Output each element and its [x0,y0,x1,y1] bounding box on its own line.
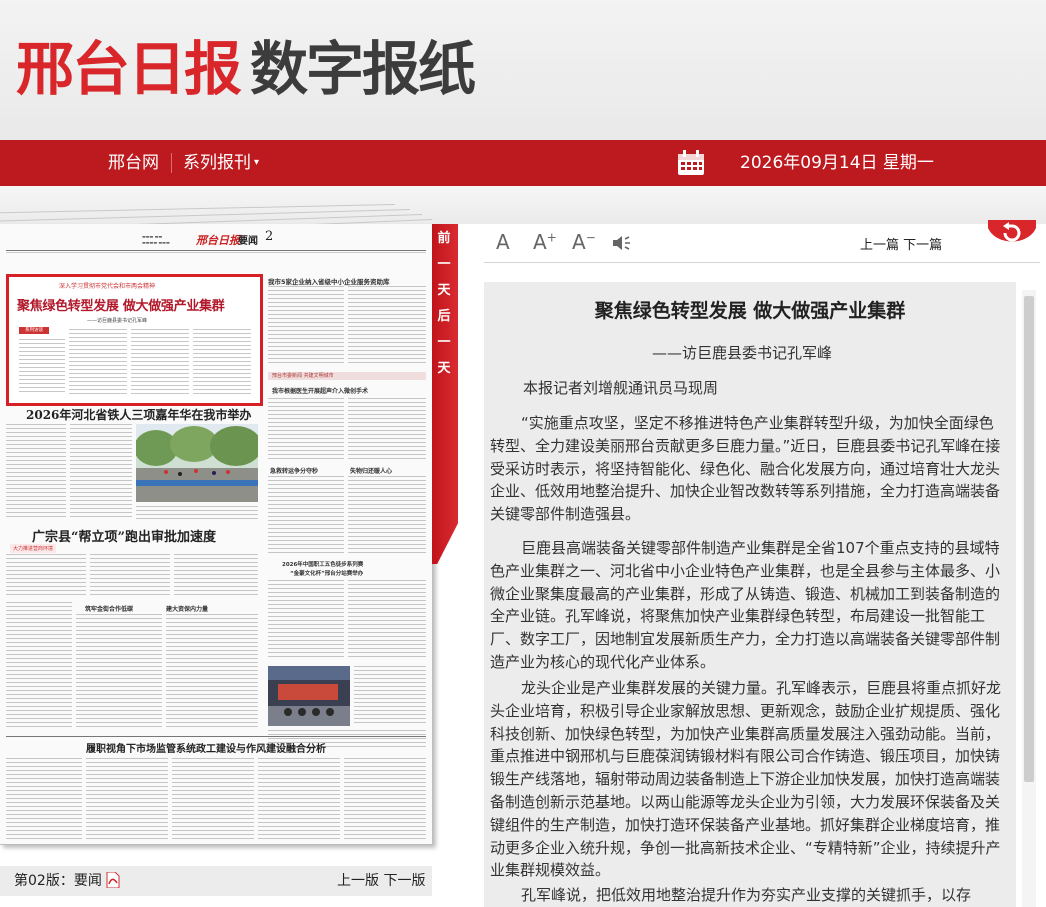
article-paragraph: 龙头企业是产业集群发展的关键力量。孔军峰表示，巨鹿县将重点抓好龙头企业培育，积极… [490,679,1002,880]
text-block [348,286,426,366]
site-logo[interactable]: 邢台日报 数字报纸 [16,34,476,104]
article-nav: 上一篇 下一篇 [860,234,942,253]
text-block [193,329,251,395]
page-label: 第02版：要闻 [14,873,102,889]
divider [484,262,1040,263]
headline-market-regulation[interactable]: 履职视角下市场监管系统政工建设与作风建设融合分析 [86,740,326,755]
text-block [268,286,344,366]
divider [6,250,426,251]
headline-triathlon[interactable]: 2026年河北省铁人三项嘉年华在我市举办 [26,406,251,423]
logo-digital-edition: 数字报纸 [250,35,476,103]
page-number: 2 [265,229,274,244]
calendar-icon[interactable] [677,150,705,176]
headline-guangzong[interactable]: 广宗县“帮立项”跑出审批加速度 [32,526,216,545]
text-block [174,554,258,598]
article-paragraph: “实施重点攻坚，坚定不移推进特色产业集群转型升级，为加快全面绿色转型、全力建设美… [490,414,1001,524]
prev-next-day-link[interactable]: 前一天后一天 [432,226,456,382]
logo-newspaper-name: 邢台日报 [16,35,242,103]
article-title: 聚焦绿色转型发展 做大做强产业集群 [594,300,906,322]
article-subtitle: ——访巨鹿县委书记孔军峰 [652,344,833,362]
page-stack-bar [0,186,1046,239]
speaker-icon[interactable] [611,234,631,252]
current-date: 2026年09月14日 星期一 [740,153,934,173]
prev-article-link[interactable]: 上一篇 [860,238,899,253]
nav-divider [171,153,172,173]
side-headline[interactable]: 我市5家企业纳入省级中小企业服务资助库 [268,276,390,286]
photo-event-stage[interactable] [268,666,350,726]
font-smaller-label: A [572,230,586,254]
text-block [344,758,426,840]
page-logo: 邢台日报 [196,234,240,247]
lead-subtitle: ——访巨鹿县委书记孔军峰 [87,318,148,324]
text-block [268,580,344,660]
article-paragraph: 巨鹿县高端装备关键零部件制造产业集群是全省107个重点支持的县域特色产业集群之一… [490,539,1001,671]
text-block [131,329,189,395]
next-page-link[interactable]: 下一版 [383,873,425,889]
page-section: 要闻 [238,236,258,247]
side-headline[interactable]: 急救转运争分夺秒 [270,466,318,475]
text-block [90,554,170,598]
article-paragraph: 孔军峰说，把低效用地整治提升作为夯实产业支撑的关键抓手，以存 [521,886,972,904]
nav-series-label: 系列报刊 [183,153,251,173]
text-block [258,758,340,840]
divider [6,736,426,737]
masthead: 邢台日报 数字报纸 [0,0,1046,140]
next-article-link[interactable]: 下一篇 [903,238,942,253]
lead-tag: 系列访谈 [19,327,49,334]
text-block [86,758,168,840]
text-block [348,398,426,460]
nav-link-xingtai-net[interactable]: 邢台网 [108,140,159,186]
back-icon[interactable] [988,220,1036,250]
page-header-info: ▬▬▬ ▬▬ ▬▬▬▬ ▬▬▬ [142,234,170,245]
font-smaller-button[interactable]: A− [572,230,596,254]
text-block [268,398,344,460]
text-block [76,614,162,730]
font-normal-button[interactable]: A [496,230,510,254]
text-block [348,476,426,554]
section-banner: 邢台市委新闻 共建文明城市 [268,372,426,380]
text-block [70,424,132,520]
text-block [348,580,426,660]
headline-tag: 大力推进营商环境 [10,544,57,553]
plus-icon: + [546,230,557,245]
nav-series-dropdown[interactable]: 系列报刊 ▾ [183,140,259,186]
prev-page-link[interactable]: 上一版 [337,873,379,889]
column-headline[interactable]: 筑牢金街合作低碳 [85,604,133,613]
side-headline[interactable]: 失物归还暖人心 [350,466,392,475]
lead-kicker: 深入学习贯彻市党代会和市两会精神 [59,283,156,290]
text-block [6,554,86,598]
column-headline[interactable]: 建大资保内力量 [166,604,208,613]
text-block [69,329,127,395]
divider [6,252,426,253]
text-block [6,602,72,730]
font-larger-label: A [533,230,547,254]
text-block [136,506,258,520]
article-byline: 本报记者刘增舰通讯员马现周 [523,379,719,397]
text-block [172,758,254,840]
article-panel: 聚焦绿色转型发展 做大做强产业集群 ——访巨鹿县委书记孔军峰 本报记者刘增舰通讯… [484,282,1016,907]
font-larger-button[interactable]: A+ [533,230,557,254]
text-block [6,424,66,520]
lead-title: 聚焦绿色转型发展 做大做强产业集群 [17,299,225,314]
lead-article-hotspot[interactable]: 深入学习贯彻市党代会和市两会精神 聚焦绿色转型发展 做大做强产业集群 ——访巨鹿… [6,274,263,406]
page-nav: 上一版 下一版 [337,866,425,896]
caret-down-icon: ▾ [254,157,260,168]
side-headline[interactable]: “金豪文化杯”邢台分站赛举办 [290,569,363,577]
newspaper-page-image[interactable]: ▬▬▬ ▬▬ ▬▬▬▬ ▬▬▬ 邢台日报 要闻 2 深入学习贯彻市党代会和市两会精… [0,224,433,845]
text-block [354,666,426,726]
text-block [166,614,258,730]
scrollbar-thumb[interactable] [1024,296,1034,782]
text-block [19,339,65,395]
photo-runners[interactable] [136,424,258,502]
page-header: ▬▬▬ ▬▬ ▬▬▬▬ ▬▬▬ 邢台日报 要闻 2 [0,224,432,269]
pdf-icon[interactable] [106,872,120,888]
side-headline[interactable]: 我市根据医生开展超声介入微创手术 [272,386,368,395]
text-block [268,476,344,554]
text-block [6,758,82,840]
minus-icon: − [585,230,596,245]
side-headline[interactable]: 2026年中国职工五色徒步系列赛 [282,560,363,568]
